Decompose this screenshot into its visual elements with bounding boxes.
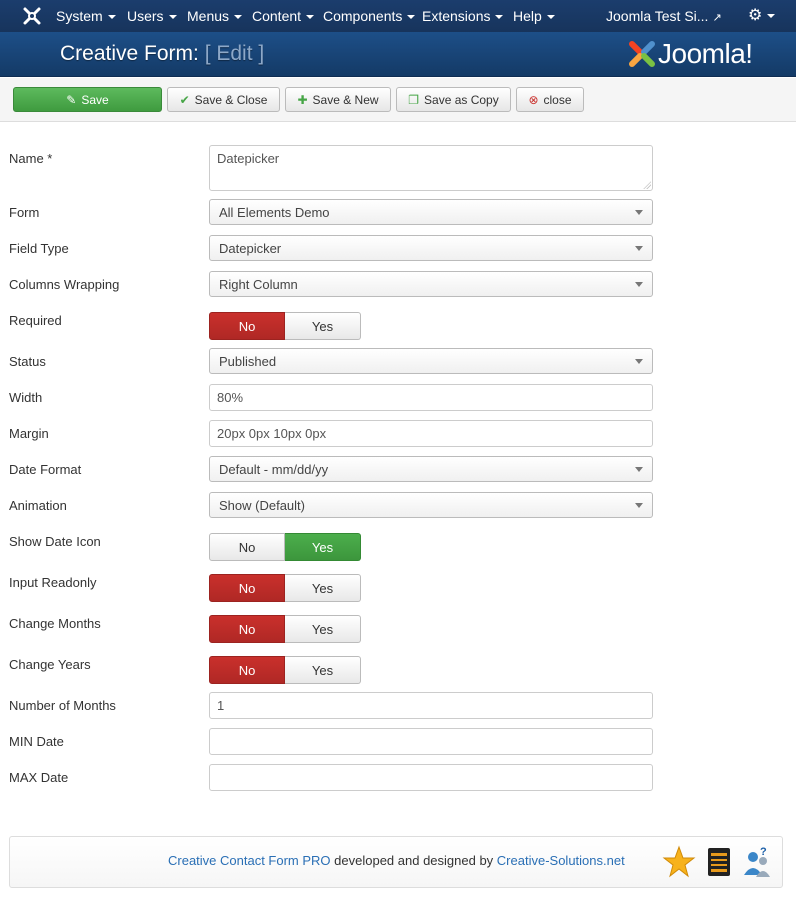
star-icon[interactable] <box>662 845 696 879</box>
show-date-icon-label: Show Date Icon <box>9 534 101 549</box>
change-months-yes-option[interactable]: Yes <box>285 615 361 643</box>
resize-handle-icon[interactable] <box>643 181 651 189</box>
save-new-button[interactable]: ✚ Save & New <box>285 87 391 112</box>
company-link[interactable]: Creative-Solutions.net <box>497 853 625 868</box>
menu-components[interactable]: Components <box>323 8 416 24</box>
min-date-label: MIN Date <box>9 734 64 749</box>
product-box-icon[interactable] <box>702 845 736 879</box>
animation-label: Animation <box>9 498 67 513</box>
input-readonly-yes-option[interactable]: Yes <box>285 574 361 602</box>
chevron-down-icon <box>234 15 243 20</box>
chevron-down-icon <box>107 15 116 20</box>
number-of-months-input[interactable]: 1 <box>209 692 653 719</box>
max-date-label: MAX Date <box>9 770 69 785</box>
toolbar: ✎ Save ✔ Save & Close ✚ Save & New ❐ Save as… <box>0 78 796 122</box>
copy-icon: ❐ <box>408 92 420 107</box>
change-months-no-option[interactable]: No <box>209 615 285 643</box>
chevron-down-icon <box>495 15 504 20</box>
save-close-button[interactable]: ✔ Save & Close <box>167 87 280 112</box>
margin-label: Margin <box>9 426 49 441</box>
change-years-no-option[interactable]: No <box>209 656 285 684</box>
save-button[interactable]: ✎ Save <box>13 87 162 112</box>
chevron-down-icon <box>635 467 643 472</box>
date-format-select[interactable]: Default - mm/dd/yy <box>209 456 653 482</box>
required-label: Required <box>9 313 62 328</box>
menu-help[interactable]: Help <box>513 8 555 24</box>
check-icon: ✔ <box>179 92 190 107</box>
max-date-input[interactable] <box>209 764 653 791</box>
animation-select[interactable]: Show (Default) <box>209 492 653 518</box>
status-select[interactable]: Published <box>209 348 653 374</box>
form-select[interactable]: All Elements Demo <box>209 199 653 225</box>
menu-users[interactable]: Users <box>127 8 177 24</box>
joomla-icon[interactable] <box>22 6 42 26</box>
menu-system[interactable]: System <box>56 8 116 24</box>
chevron-down-icon <box>168 15 177 20</box>
page-header: Creative Form: [ Edit ] Joomla! <box>0 32 796 77</box>
chevron-down-icon <box>546 15 555 20</box>
change-months-label: Change Months <box>9 616 101 631</box>
name-field[interactable]: Datepicker <box>209 145 653 191</box>
product-link[interactable]: Creative Contact Form PRO <box>168 853 331 868</box>
width-label: Width <box>9 390 43 405</box>
external-link-icon: ↗ <box>712 11 722 24</box>
joomla-brand: Joomla! <box>658 38 753 69</box>
field-type-select[interactable]: Datepicker <box>209 235 653 261</box>
name-label: Name * <box>9 151 53 166</box>
footer-credits: Creative Contact Form PRO developed and … <box>168 853 625 868</box>
close-circle-icon: ⊗ <box>528 92 539 107</box>
site-link[interactable]: Joomla Test Si... ↗ <box>606 8 722 24</box>
settings-menu[interactable]: ⚙ <box>748 5 776 25</box>
status-label: Status <box>9 354 46 369</box>
input-readonly-no-option[interactable]: No <box>209 574 285 602</box>
input-readonly-toggle: No Yes <box>209 574 361 602</box>
required-toggle: No Yes <box>209 312 361 340</box>
show-date-icon-toggle: No Yes <box>209 533 361 561</box>
show-date-icon-no-option[interactable]: No <box>209 533 285 561</box>
close-button[interactable]: ⊗ close <box>516 87 584 112</box>
chevron-down-icon <box>635 246 643 251</box>
plus-icon: ✚ <box>297 92 308 107</box>
chevron-down-icon <box>306 15 315 20</box>
admin-menu-bar: System Users Menus Content Components Ex… <box>0 0 796 32</box>
svg-text:?: ? <box>760 846 767 858</box>
chevron-down-icon <box>407 15 416 20</box>
show-date-icon-yes-option[interactable]: Yes <box>285 533 361 561</box>
save-as-copy-button[interactable]: ❐ Save as Copy <box>396 87 511 112</box>
columns-wrapping-select[interactable]: Right Column <box>209 271 653 297</box>
input-readonly-label: Input Readonly <box>9 575 97 590</box>
page-title: Creative Form: [ Edit ] <box>60 42 265 65</box>
required-yes-option[interactable]: Yes <box>285 312 361 340</box>
change-years-yes-option[interactable]: Yes <box>285 656 361 684</box>
columns-wrapping-label: Columns Wrapping <box>9 277 120 292</box>
field-type-label: Field Type <box>9 241 69 256</box>
margin-input[interactable]: 20px 0px 10px 0px <box>209 420 653 447</box>
gear-icon: ⚙ <box>748 7 763 24</box>
change-months-toggle: No Yes <box>209 615 361 643</box>
form-label: Form <box>9 205 40 220</box>
footer-panel: Creative Contact Form PRO developed and … <box>9 836 783 888</box>
required-no-option[interactable]: No <box>209 312 285 340</box>
width-input[interactable]: 80% <box>209 384 653 411</box>
chevron-down-icon <box>635 210 643 215</box>
number-of-months-label: Number of Months <box>9 698 116 713</box>
chevron-down-icon <box>635 282 643 287</box>
change-years-label: Change Years <box>9 657 91 672</box>
change-years-toggle: No Yes <box>209 656 361 684</box>
edit-icon: ✎ <box>66 92 77 107</box>
chevron-down-icon <box>635 359 643 364</box>
chevron-down-icon <box>767 13 776 18</box>
menu-menus[interactable]: Menus <box>187 8 243 24</box>
min-date-input[interactable] <box>209 728 653 755</box>
menu-content[interactable]: Content <box>252 8 315 24</box>
menu-extensions[interactable]: Extensions <box>422 8 504 24</box>
support-icon[interactable]: ? <box>740 845 774 879</box>
date-format-label: Date Format <box>9 462 82 477</box>
joomla-logo-icon <box>629 41 655 67</box>
chevron-down-icon <box>635 503 643 508</box>
